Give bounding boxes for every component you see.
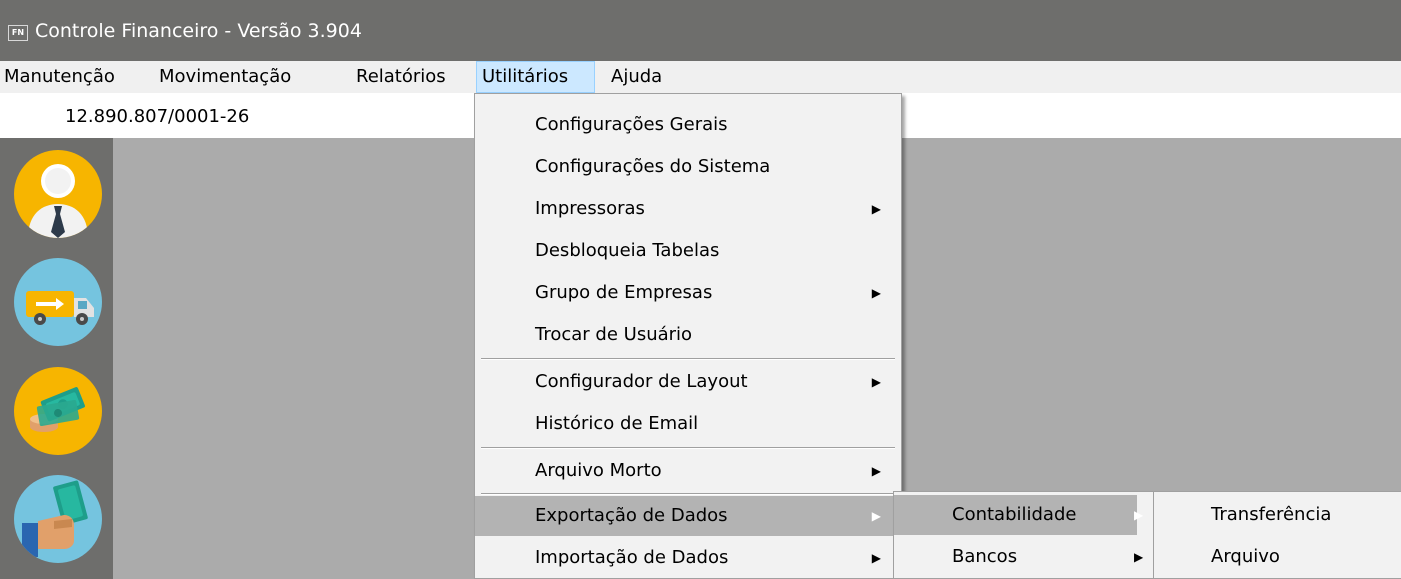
window-title: Controle Financeiro - Versão 3.904 <box>35 20 362 42</box>
menu-item-importacao-dados[interactable]: Importação de Dados ▶ <box>475 538 899 578</box>
submenu-arrow-icon: ▶ <box>871 286 881 300</box>
exportacao-submenu: Contabilidade ▶ Bancos ▶ <box>893 491 1157 579</box>
menu-item-desbloqueia-tabelas[interactable]: Desbloqueia Tabelas <box>475 231 899 271</box>
menu-item-label: Contabilidade <box>952 504 1077 525</box>
submenu-arrow-icon: ▶ <box>871 375 881 389</box>
menu-item-historico-email[interactable]: Histórico de Email <box>475 404 899 444</box>
title-bar: FN Controle Financeiro - Versão 3.904 <box>0 0 1401 61</box>
menu-item-label: Trocar de Usuário <box>535 324 693 345</box>
submenu-arrow-icon: ▶ <box>871 202 881 216</box>
menu-item-configurador-layout[interactable]: Configurador de Layout ▶ <box>475 362 899 402</box>
submenu-arrow-icon: ▶ <box>1134 508 1144 522</box>
menu-item-configuracoes-sistema[interactable]: Configurações do Sistema <box>475 147 899 187</box>
submenu-arrow-icon: ▶ <box>1134 550 1144 564</box>
hand-money-icon[interactable] <box>14 475 102 563</box>
menu-item-grupo-empresas[interactable]: Grupo de Empresas ▶ <box>475 273 899 313</box>
menu-bar: Manutenção Movimentação Relatórios Utili… <box>0 61 1401 93</box>
delivery-truck-icon[interactable] <box>14 258 102 346</box>
person-icon[interactable] <box>14 150 102 238</box>
menu-item-exportacao-dados[interactable]: Exportação de Dados ▶ <box>475 496 899 536</box>
menu-separator <box>481 447 895 449</box>
menu-item-label: Impressoras <box>535 198 645 219</box>
menu-item-label: Transferência <box>1211 504 1332 525</box>
submenu-arrow-icon: ▶ <box>871 464 881 478</box>
menu-manutencao[interactable]: Manutenção <box>4 61 115 93</box>
menu-item-label: Grupo de Empresas <box>535 282 713 303</box>
menu-item-label: Desbloqueia Tabelas <box>535 240 720 261</box>
menu-item-label: Bancos <box>952 546 1018 567</box>
menu-item-label: Configurações Gerais <box>535 114 728 135</box>
submenu-item-arquivo[interactable]: Arquivo <box>1154 537 1401 577</box>
menu-item-label: Configurações do Sistema <box>535 156 771 177</box>
utilitarios-dropdown: Configurações Gerais Configurações do Si… <box>474 93 902 579</box>
menu-item-impressoras[interactable]: Impressoras ▶ <box>475 189 899 229</box>
menu-item-label: Configurador de Layout <box>535 371 748 392</box>
submenu-arrow-icon: ▶ <box>871 509 881 523</box>
submenu-item-transferencia[interactable]: Transferência <box>1154 495 1401 535</box>
money-stack-icon[interactable] <box>14 367 102 455</box>
menu-ajuda[interactable]: Ajuda <box>611 61 662 93</box>
menu-item-configuracoes-gerais[interactable]: Configurações Gerais <box>475 105 899 145</box>
app-logo-icon: FN <box>8 25 28 41</box>
menu-item-label: Importação de Dados <box>535 547 729 568</box>
company-cnpj: 12.890.807/0001-26 <box>65 106 250 127</box>
submenu-item-bancos[interactable]: Bancos ▶ <box>894 537 1156 577</box>
menu-item-label: Exportação de Dados <box>535 505 728 526</box>
menu-movimentacao[interactable]: Movimentação <box>159 61 291 93</box>
menu-item-trocar-usuario[interactable]: Trocar de Usuário <box>475 315 899 355</box>
menu-separator <box>481 493 895 495</box>
menu-item-label: Histórico de Email <box>535 413 699 434</box>
menu-item-label: Arquivo <box>1211 546 1280 567</box>
menu-relatorios[interactable]: Relatórios <box>356 61 446 93</box>
menu-item-arquivo-morto[interactable]: Arquivo Morto ▶ <box>475 451 899 491</box>
menu-utilitarios[interactable]: Utilitários <box>476 61 595 93</box>
contabilidade-submenu: Transferência Arquivo <box>1153 491 1401 579</box>
submenu-arrow-icon: ▶ <box>871 551 881 565</box>
submenu-item-contabilidade[interactable]: Contabilidade ▶ <box>894 495 1143 535</box>
menu-item-label: Arquivo Morto <box>535 460 662 481</box>
menu-separator <box>481 358 895 360</box>
